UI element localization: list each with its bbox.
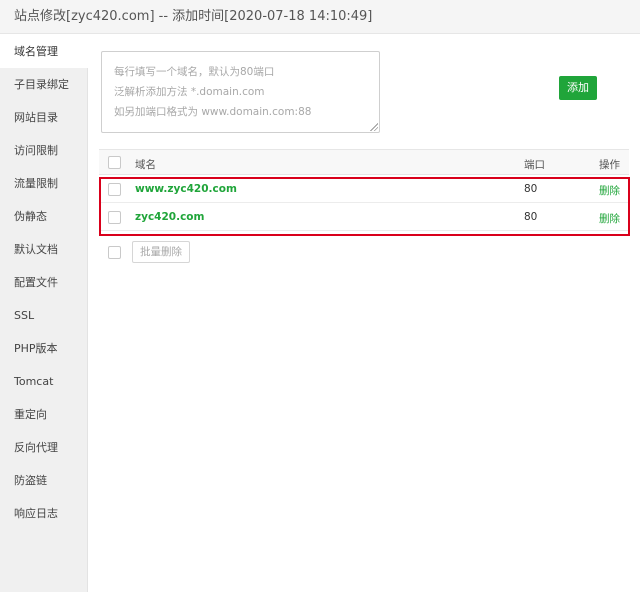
main-content: 每行填写一个域名，默认为80端口 泛解析添加方法 *.domain.com 如另… bbox=[89, 35, 640, 592]
placeholder-line-2: 泛解析添加方法 *.domain.com bbox=[114, 86, 265, 98]
sidebar-item-redirect[interactable]: 重定向 bbox=[0, 398, 87, 431]
sidebar-item-php-version[interactable]: PHP版本 bbox=[0, 332, 87, 365]
row-domain: www.zyc420.com bbox=[135, 183, 237, 195]
sidebar-item-rewrite[interactable]: 伪静态 bbox=[0, 200, 87, 233]
row-domain: zyc420.com bbox=[135, 211, 205, 223]
domain-textarea[interactable]: 每行填写一个域名，默认为80端口 泛解析添加方法 *.domain.com 如另… bbox=[101, 51, 380, 133]
sidebar-item-tomcat[interactable]: Tomcat bbox=[0, 365, 87, 398]
table-row: www.zyc420.com 80 删除 bbox=[99, 175, 629, 203]
header-action: 操作 bbox=[599, 159, 620, 171]
row-port: 80 bbox=[524, 183, 538, 195]
batch-delete-button[interactable]: 批量删除 bbox=[132, 241, 190, 263]
placeholder-line-3: 如另加端口格式为 www.domain.com:88 bbox=[114, 106, 312, 118]
sidebar-item-reverse-proxy[interactable]: 反向代理 bbox=[0, 431, 87, 464]
sidebar-item-response-log[interactable]: 响应日志 bbox=[0, 497, 87, 530]
row-port: 80 bbox=[524, 211, 538, 223]
sidebar: 域名管理 子目录绑定 网站目录 访问限制 流量限制 伪静态 默认文档 配置文件 … bbox=[0, 35, 88, 592]
batch-select-checkbox[interactable] bbox=[108, 246, 121, 259]
resize-grip-icon[interactable] bbox=[370, 123, 378, 131]
sidebar-item-traffic-limit[interactable]: 流量限制 bbox=[0, 167, 87, 200]
sidebar-item-domain-management[interactable]: 域名管理 bbox=[0, 35, 88, 68]
domain-table: 域名 端口 操作 www.zyc420.com 80 删除 zyc420.com… bbox=[99, 149, 629, 231]
delete-link[interactable]: 删除 bbox=[599, 183, 620, 198]
header-port: 端口 bbox=[524, 159, 545, 171]
sidebar-item-site-directory[interactable]: 网站目录 bbox=[0, 101, 87, 134]
select-all-checkbox[interactable] bbox=[108, 156, 121, 169]
row-checkbox[interactable] bbox=[108, 183, 121, 196]
sidebar-item-config-file[interactable]: 配置文件 bbox=[0, 266, 87, 299]
row-checkbox[interactable] bbox=[108, 211, 121, 224]
placeholder-line-1: 每行填写一个域名，默认为80端口 bbox=[114, 66, 275, 78]
table-header: 域名 端口 操作 bbox=[99, 149, 629, 175]
delete-link[interactable]: 删除 bbox=[599, 211, 620, 226]
sidebar-item-ssl[interactable]: SSL bbox=[0, 299, 87, 332]
sidebar-item-hotlink-protection[interactable]: 防盗链 bbox=[0, 464, 87, 497]
add-domain-button[interactable]: 添加 bbox=[559, 76, 597, 100]
header-domain: 域名 bbox=[135, 159, 156, 171]
table-row: zyc420.com 80 删除 bbox=[99, 203, 629, 231]
sidebar-item-default-document[interactable]: 默认文档 bbox=[0, 233, 87, 266]
dialog-title: 站点修改[zyc420.com] -- 添加时间[2020-07-18 14:1… bbox=[0, 0, 640, 34]
sidebar-item-subdirectory-binding[interactable]: 子目录绑定 bbox=[0, 68, 87, 101]
sidebar-item-access-restriction[interactable]: 访问限制 bbox=[0, 134, 87, 167]
